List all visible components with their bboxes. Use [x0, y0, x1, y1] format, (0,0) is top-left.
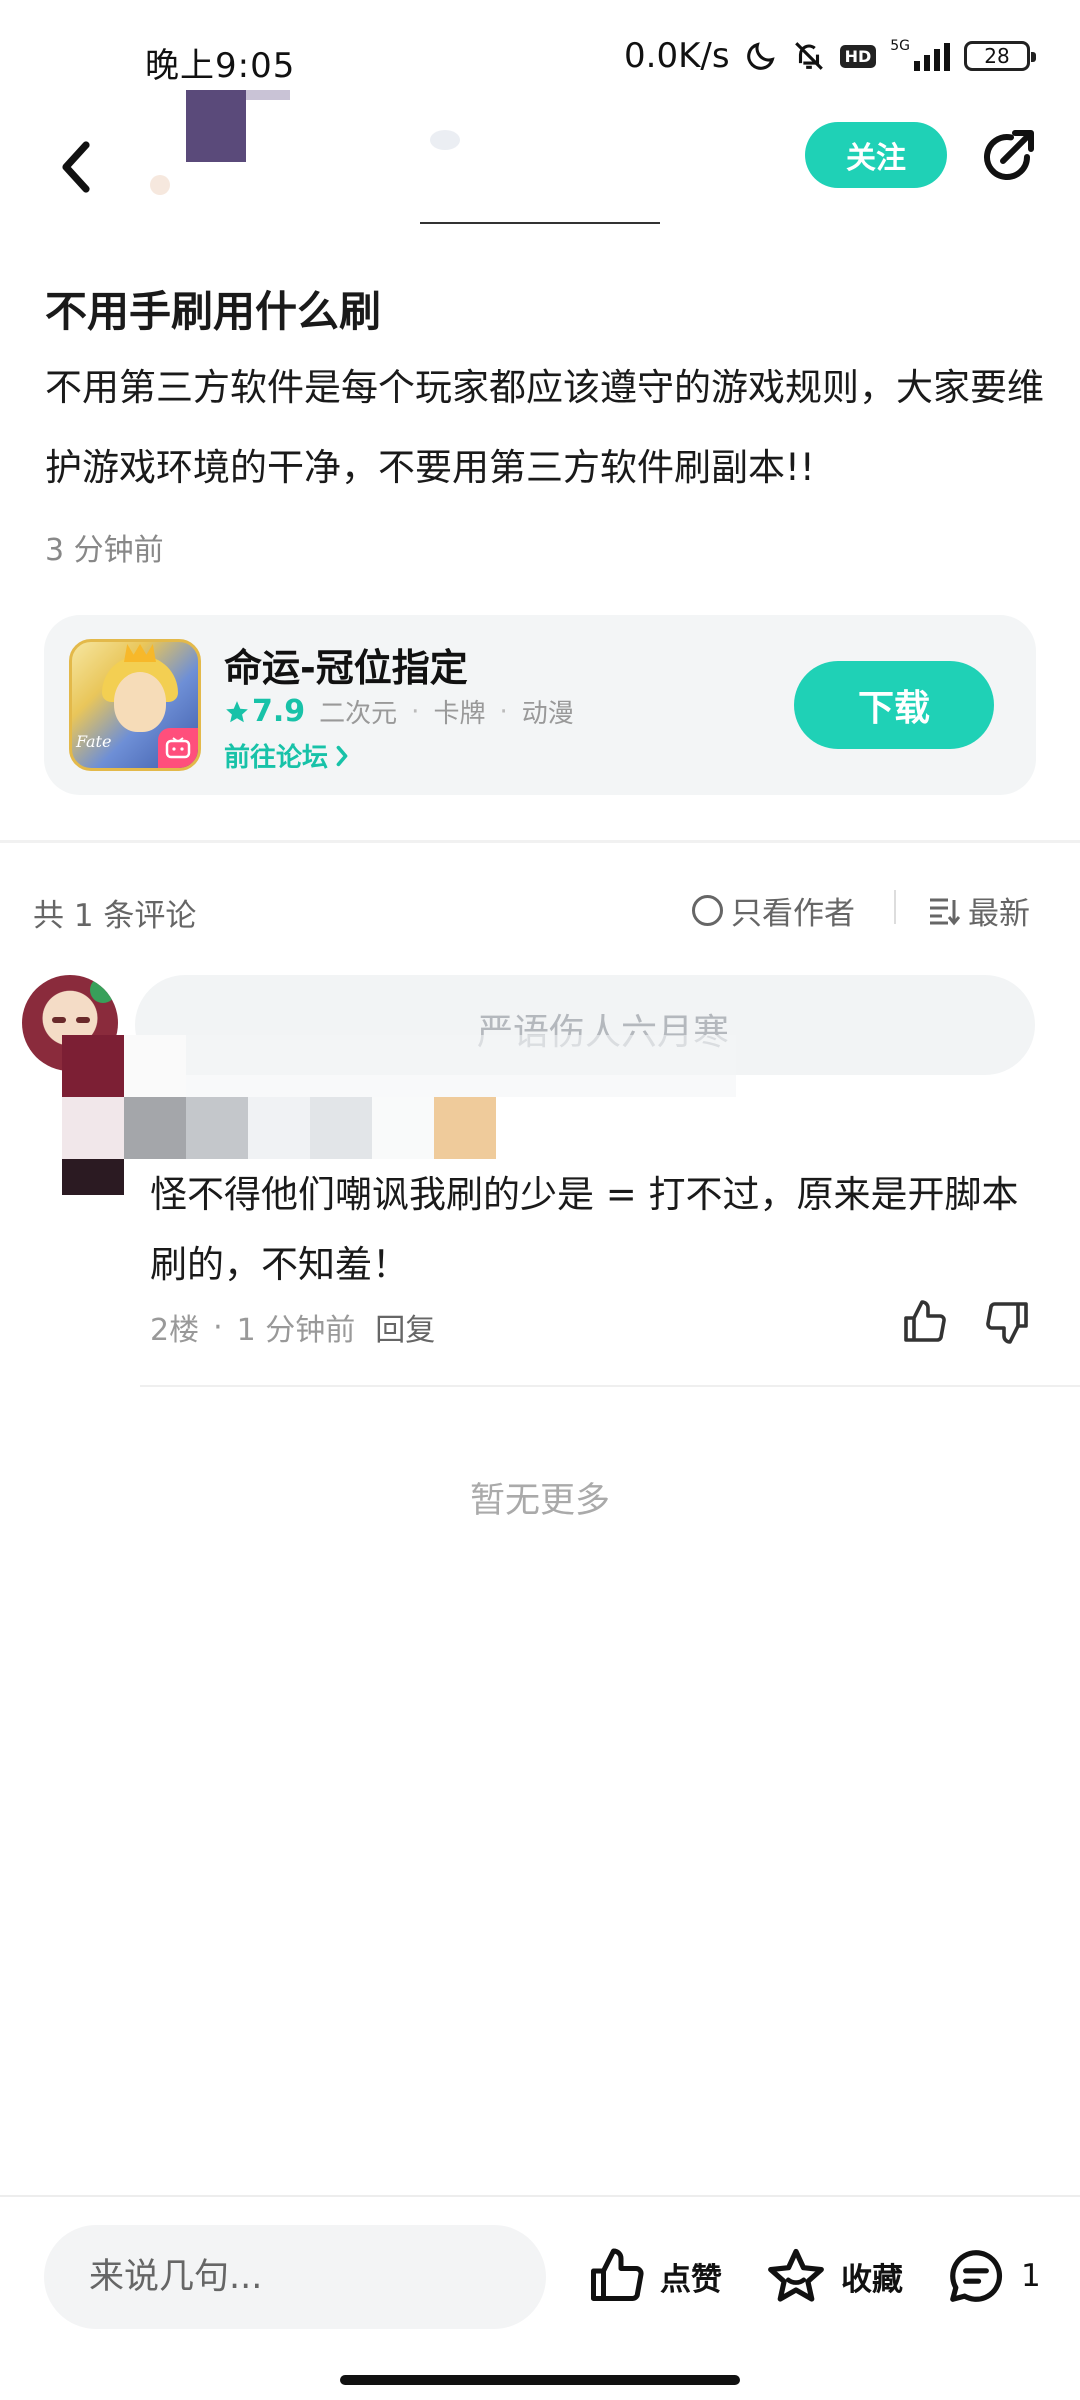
network-type: 5G — [890, 38, 910, 54]
star-icon — [226, 700, 248, 722]
game-meta: 7.9 二次元 · 卡牌 · 动漫 — [224, 693, 574, 730]
game-icon-text: Fate — [76, 732, 112, 751]
thumbs-up-icon — [591, 2248, 644, 2301]
game-rating: 7.9 — [224, 694, 305, 729]
post-title: 不用手刷用什么刷 — [45, 287, 382, 336]
only-author-toggle[interactable]: 只看作者 — [692, 888, 855, 933]
hd-badge: HD — [839, 44, 877, 68]
game-tag: 动漫 — [521, 699, 574, 729]
game-tag: 二次元 — [319, 699, 398, 729]
author-info-redacted[interactable] — [150, 90, 670, 230]
comment-time: 1 分钟前 — [236, 1313, 356, 1348]
game-tag: 卡牌 — [433, 699, 486, 729]
sort-latest-label: 最新 — [968, 896, 1030, 932]
status-icons: 0.0K/s HD 5G 28 — [624, 36, 1036, 76]
comment-floor: 2楼 — [150, 1313, 200, 1348]
favorite-label: 收藏 — [841, 2261, 903, 2298]
share-button[interactable] — [975, 125, 1039, 189]
only-author-label: 只看作者 — [731, 896, 855, 932]
comment-count-button[interactable]: 1 — [945, 2240, 1041, 2312]
comments-count: 共 1 条评论 — [33, 898, 197, 934]
bottom-divider — [0, 2195, 1080, 2197]
forum-link-label: 前往论坛 — [224, 743, 329, 773]
post-time: 3 分钟前 — [45, 533, 164, 568]
game-rating-value: 7.9 — [252, 694, 306, 729]
moon-icon — [746, 42, 775, 70]
comment-input[interactable] — [44, 2225, 546, 2329]
radio-circle-icon — [692, 895, 723, 926]
forum-link[interactable]: 前往论坛 — [224, 737, 350, 774]
comment-dislike-button[interactable] — [984, 1298, 1032, 1346]
nav-underline — [420, 222, 660, 224]
tv-badge-icon — [158, 728, 198, 768]
game-card[interactable]: Fate 命运-冠位指定 7.9 二次元 · 卡牌 · 动漫 前往论坛 下载 — [44, 615, 1036, 795]
back-button[interactable] — [46, 132, 106, 202]
like-label: 点赞 — [660, 2261, 722, 2298]
header-separator — [894, 890, 896, 924]
net-speed: 0.0K/s — [624, 36, 730, 76]
chevron-right-icon — [336, 745, 348, 766]
thumbs-down-icon — [986, 1302, 1028, 1344]
comment-meta: 2楼 · 1 分钟前 回复 — [150, 1305, 435, 1349]
bell-off-icon — [794, 42, 823, 70]
signal-icon — [914, 41, 950, 71]
download-button[interactable]: 下载 — [794, 661, 994, 749]
top-nav: 关注 — [0, 90, 1080, 230]
comment-divider — [140, 1385, 1080, 1387]
star-icon — [768, 2248, 824, 2302]
game-icon: Fate — [69, 639, 201, 771]
no-more-text: 暂无更多 — [469, 1481, 610, 1521]
comment-text: 怪不得他们嘲讽我刷的少是 = 打不过，原来是开脚本刷的，不知羞！ — [150, 1173, 1019, 1286]
comment-count: 1 — [1021, 2258, 1041, 2294]
post-body: 不用第三方软件是每个玩家都应该遵守的游戏规则，大家要维护游戏环境的干净，不要用第… — [45, 366, 1044, 489]
like-button[interactable]: 点赞 — [586, 2240, 722, 2312]
sort-icon — [930, 898, 960, 925]
battery-level: 28 — [984, 44, 1010, 68]
game-name: 命运-冠位指定 — [224, 646, 468, 690]
comment-like-button[interactable] — [900, 1298, 948, 1346]
follow-button[interactable]: 关注 — [805, 122, 947, 188]
share-icon — [984, 130, 1034, 180]
thumbs-up-icon — [904, 1300, 946, 1342]
sort-latest-button[interactable]: 最新 — [928, 888, 1030, 933]
status-time: 晚上9:05 — [145, 46, 296, 86]
reply-button[interactable]: 回复 — [375, 1305, 435, 1349]
chevron-left-icon — [62, 141, 90, 193]
favorite-button[interactable]: 收藏 — [765, 2240, 903, 2312]
comment-bubble-icon — [950, 2250, 1002, 2302]
home-indicator[interactable] — [340, 2375, 740, 2385]
battery-icon: 28 — [964, 41, 1036, 71]
section-divider — [0, 840, 1080, 843]
status-bar: 晚上9:05 0.0K/s HD 5G 28 — [0, 0, 1080, 120]
